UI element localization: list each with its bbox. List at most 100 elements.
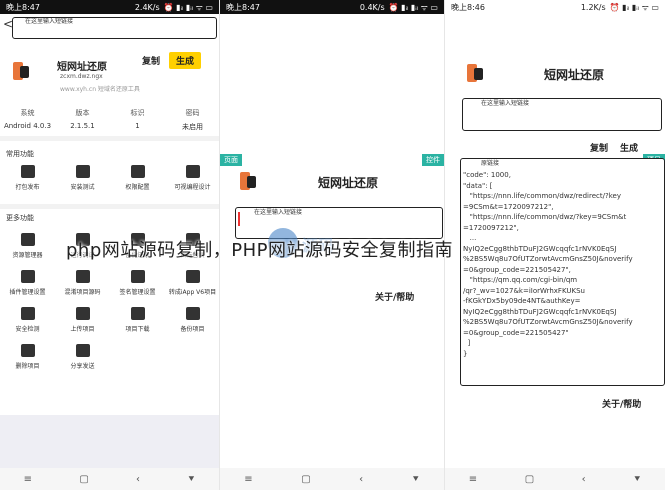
tool-label: 上传项目	[70, 326, 95, 333]
stat-value: 未启用	[182, 123, 203, 131]
stat-value: Android 4.0.3	[3, 122, 52, 130]
input-hint: 在这里输入短链接	[25, 18, 74, 25]
tool-resource-manager[interactable]: 资源管理器	[0, 233, 55, 270]
tools-icon	[130, 165, 145, 178]
app-name: 短网址还原	[318, 176, 379, 190]
status-icons: ⏰ ▮ᵢₗ ▮ᵢₗ ᯤ ▭	[163, 2, 213, 12]
short-link-input[interactable]: 在这里输入短链接	[235, 207, 443, 239]
tool-label: 打包发布	[15, 184, 40, 191]
network-speed: 2.4K/s	[134, 2, 160, 12]
status-time: 晚上8:47	[6, 2, 40, 12]
home-icon[interactable]: ▢	[79, 474, 88, 485]
tool-permission[interactable]: 权限配置	[110, 165, 165, 202]
stat-label: 密码	[185, 109, 200, 117]
short-link-input[interactable]: 在这里输入短链接	[462, 98, 662, 131]
save-icon	[185, 307, 200, 320]
tool-plugin[interactable]: 插件管理设置	[0, 270, 55, 307]
section-more-title: 更多功能	[6, 214, 34, 222]
tool-label: 签名管理设置	[119, 289, 156, 296]
download-icon	[130, 307, 145, 320]
hide-nav-icon[interactable]: ⯆	[412, 474, 420, 485]
test-icon	[75, 165, 90, 178]
tool-label: 安全检测	[15, 326, 40, 333]
about-help-button[interactable]: 关于/帮助	[375, 290, 414, 303]
text-cursor	[238, 212, 240, 226]
copy-button[interactable]: 复制	[590, 141, 608, 154]
back-nav-icon[interactable]: ‹	[359, 474, 363, 485]
stat-password: 密码 未启用	[165, 108, 219, 132]
url-line: www.xyh.cn 短域名还原工具	[60, 86, 140, 93]
tool-label: 分享发送	[70, 363, 95, 370]
system-nav-bar: ≡ ▢ ‹ ⯆	[220, 468, 444, 490]
hide-nav-icon[interactable]: ⯆	[187, 474, 195, 485]
tool-share[interactable]: 分享发送	[55, 344, 110, 381]
tool-delete-project[interactable]: 删除项目	[0, 344, 55, 381]
app-name: 短网址还原	[544, 68, 605, 82]
tool-visual-design[interactable]: 可视编程设计	[165, 165, 219, 202]
tool-backup-project[interactable]: 备份项目	[165, 307, 219, 344]
input-hint: 在这里输入短链接	[254, 209, 303, 216]
code-icon	[75, 270, 90, 283]
screen-result-panel: 晚上8:46 1.2K/s ⏰ ▮ᵢₗ ▮ᵢₗ ᯤ ▭ 短网址还原 在这里输入短…	[445, 0, 665, 490]
status-bar: 晚上8:47 2.4K/s ⏰ ▮ᵢₗ ▮ᵢₗ ᯤ ▭	[0, 0, 219, 14]
tool-security-check[interactable]: 安全检测	[0, 307, 55, 344]
divider	[0, 136, 219, 141]
refresh-icon	[185, 270, 200, 283]
tool-signature[interactable]: 签名管理设置	[110, 270, 165, 307]
stat-label: 系统	[20, 109, 35, 117]
tool-label: 资源管理器	[12, 252, 43, 259]
result-label: 原链接	[481, 160, 500, 167]
input-hint: 在这里输入短链接	[481, 100, 530, 107]
about-help-button[interactable]: 关于/帮助	[602, 397, 641, 410]
tab-page[interactable]: 页面	[220, 154, 242, 166]
tool-label: 安装测试	[70, 184, 95, 191]
system-nav-bar: ≡ ▢ ‹ ⯆	[445, 468, 665, 490]
divider	[0, 204, 219, 209]
app-url: zcxm.dwz.ngx	[60, 73, 103, 80]
tool-upload[interactable]: 上传项目	[55, 307, 110, 344]
back-nav-icon[interactable]: ‹	[136, 474, 140, 485]
hide-nav-icon[interactable]: ⯆	[633, 474, 641, 485]
menu-icon[interactable]: ≡	[244, 474, 252, 485]
overlay-title: php网站源码复制，PHP网站源码安全复制指南	[66, 240, 454, 261]
status-time: 晚上8:46	[451, 2, 485, 12]
shield-icon	[20, 307, 35, 320]
back-nav-icon[interactable]: ‹	[582, 474, 586, 485]
home-icon[interactable]: ▢	[301, 474, 310, 485]
plugin-icon	[20, 270, 35, 283]
status-icons: ⏰ ▮ᵢₗ ▮ᵢₗ ᯤ ▭	[388, 2, 438, 12]
tool-label: 插件管理设置	[9, 289, 46, 296]
tool-convert-v6[interactable]: 转成iApp V6项目	[165, 270, 219, 307]
tab-controls[interactable]: 控件	[422, 154, 444, 166]
menu-icon[interactable]: ≡	[469, 474, 477, 485]
tool-label: 备份项目	[180, 326, 205, 333]
common-grid: 打包发布 安装测试 权限配置 可视编程设计	[0, 165, 219, 202]
generate-button[interactable]: 生成	[620, 141, 638, 154]
tool-download[interactable]: 项目下载	[110, 307, 165, 344]
short-link-input[interactable]: 在这里输入短链接	[12, 17, 217, 39]
copy-button[interactable]: 复制	[142, 54, 160, 67]
status-bar: 晚上8:47 0.4K/s ⏰ ▮ᵢₗ ▮ᵢₗ ᯤ ▭	[220, 0, 444, 14]
tool-obfuscate[interactable]: 混淆项目源码	[55, 270, 110, 307]
status-icons: ⏰ ▮ᵢₗ ▮ᵢₗ ᯤ ▭	[609, 2, 659, 12]
tool-label: 转成iApp V6项目	[168, 289, 217, 296]
folder-icon	[20, 233, 35, 246]
stat-id: 标识 1	[110, 108, 165, 132]
home-icon[interactable]: ▢	[525, 474, 534, 485]
menu-icon[interactable]: ≡	[24, 474, 32, 485]
system-nav-bar: ≡ ▢ ‹ ⯆	[0, 468, 219, 490]
tool-install-test[interactable]: 安装测试	[55, 165, 110, 202]
stat-version: 版本 2.1.5.1	[55, 108, 110, 132]
tool-label: 权限配置	[125, 184, 150, 191]
generate-button[interactable]: 生成	[169, 52, 202, 69]
stat-value: 2.1.5.1	[70, 122, 95, 130]
puzzle-icon	[185, 165, 200, 178]
tool-label: 可视编程设计	[174, 184, 211, 191]
network-speed: 0.4K/s	[359, 2, 385, 12]
app-logo-icon	[240, 170, 256, 192]
status-time: 晚上8:47	[226, 2, 260, 12]
tool-label: 项目下载	[125, 326, 150, 333]
tool-package[interactable]: 打包发布	[0, 165, 55, 202]
stat-label: 标识	[130, 109, 145, 117]
blank-area	[0, 415, 219, 468]
